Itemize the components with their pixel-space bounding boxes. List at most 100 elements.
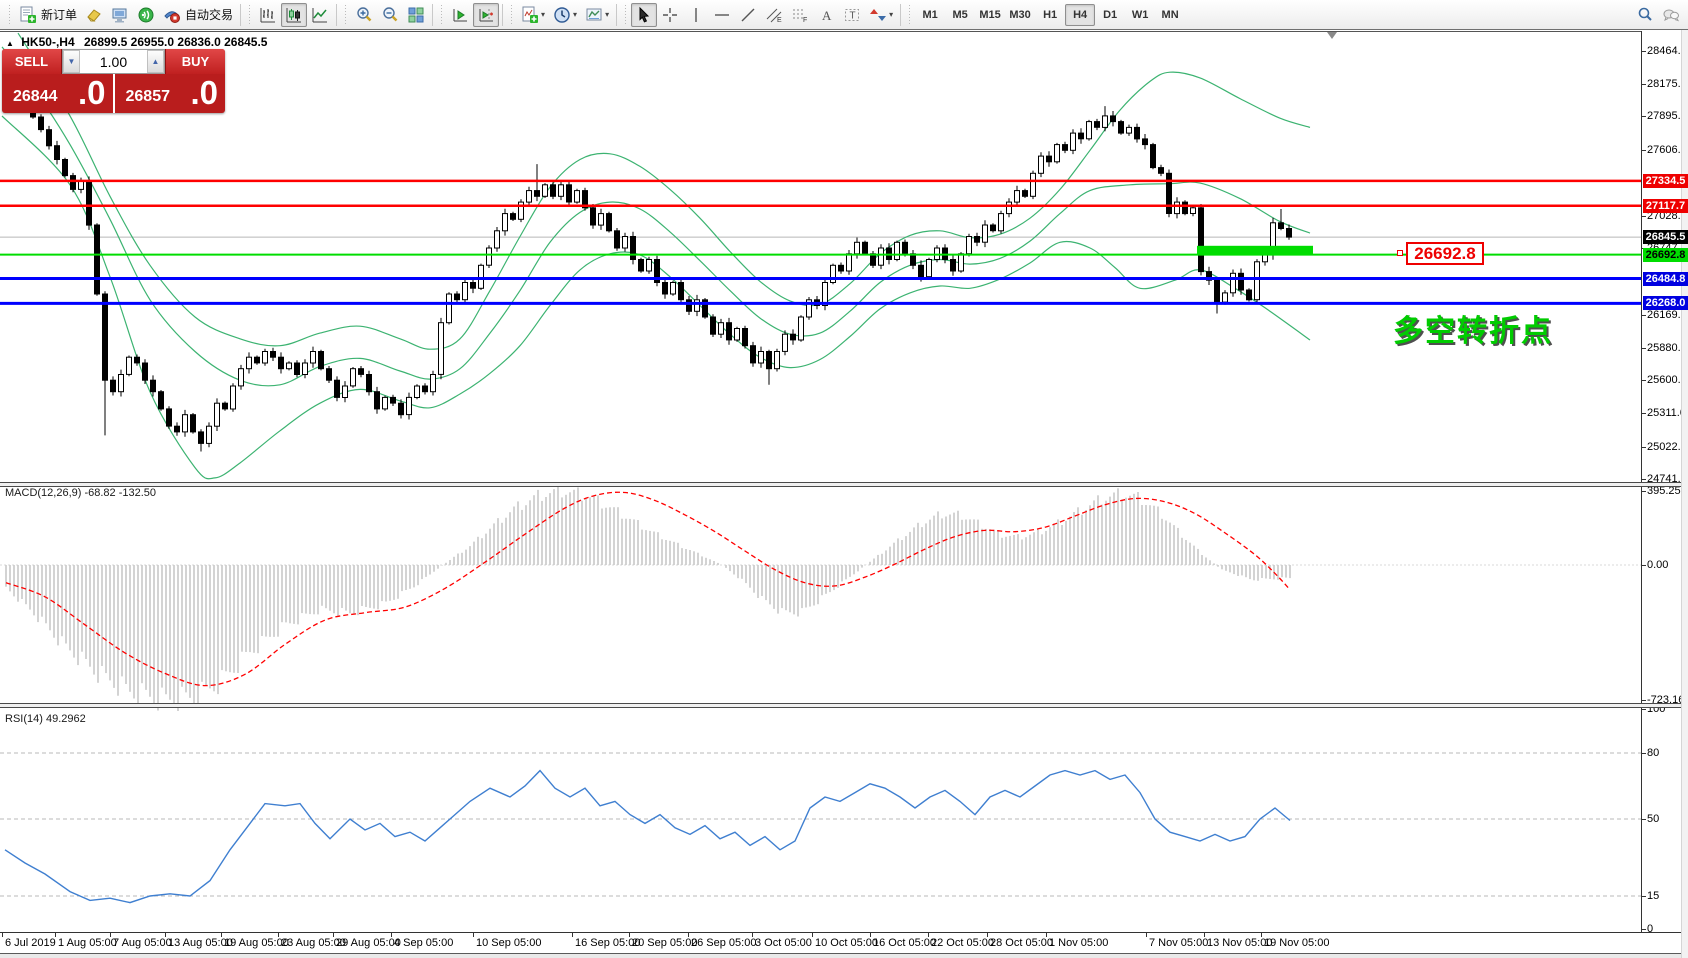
- time-tick: [473, 933, 474, 937]
- price-flag-label[interactable]: 26692.8: [1406, 242, 1484, 265]
- volume-decrease-button[interactable]: ▼: [63, 50, 80, 73]
- axis-tick: [1641, 753, 1646, 754]
- auto-trading-button[interactable]: 自动交易: [159, 3, 237, 27]
- timeframe-m5-button[interactable]: M5: [945, 4, 975, 26]
- chevron-down-icon[interactable]: ▾: [889, 10, 893, 19]
- text-button[interactable]: A: [813, 3, 839, 27]
- timeframe-mn-button[interactable]: MN: [1155, 4, 1185, 26]
- tile-windows-button[interactable]: [403, 3, 429, 27]
- line-chart-button[interactable]: [307, 3, 333, 27]
- symbol-title: HK50-,H4: [21, 35, 75, 49]
- autotrade-icon: [163, 6, 181, 24]
- sell-price-main: 26844: [13, 88, 58, 105]
- timeframe-m1-button[interactable]: M1: [915, 4, 945, 26]
- candlestick-chart-button[interactable]: [281, 2, 308, 27]
- toolbar-drag-handle[interactable]: [509, 4, 515, 25]
- timeframe-h4-button[interactable]: H4: [1065, 3, 1096, 26]
- toolbar-drag-handle[interactable]: [907, 4, 913, 25]
- equidistant-channel-button[interactable]: E: [761, 3, 787, 27]
- fibonacci-button[interactable]: F: [787, 3, 813, 27]
- volume-input[interactable]: 1.00: [80, 50, 147, 73]
- chart-canvas[interactable]: [0, 30, 1688, 958]
- crosshair-button[interactable]: [657, 3, 683, 27]
- chart-area[interactable]: ▲ HK50-,H4 26899.5 26955.0 26836.0 26845…: [0, 30, 1688, 958]
- sell-price[interactable]: 26844 .0: [2, 74, 115, 113]
- text-label-button[interactable]: T: [839, 3, 865, 27]
- terminal-icon: [111, 6, 129, 24]
- toolbar-drag-handle[interactable]: [343, 4, 349, 25]
- rsi-line: [4, 769, 1291, 904]
- line-icon: [311, 6, 329, 24]
- time-tick: [55, 933, 56, 937]
- zoom-out-button[interactable]: [377, 3, 403, 27]
- collapse-arrow-icon[interactable]: ▲: [6, 39, 14, 48]
- svg-text:T: T: [850, 10, 856, 21]
- buy-button[interactable]: BUY: [165, 49, 225, 74]
- chevron-down-icon[interactable]: ▾: [605, 10, 609, 19]
- timeframe-w1-button[interactable]: W1: [1125, 4, 1155, 26]
- vertical-line-button[interactable]: [683, 3, 709, 27]
- signals-button[interactable]: [133, 3, 159, 27]
- axis-tick: [1641, 380, 1646, 382]
- chart-shift-button[interactable]: [473, 2, 500, 27]
- main-macd-separator[interactable]: [0, 482, 1688, 487]
- thick-green-segment[interactable]: [1197, 245, 1313, 255]
- chevron-down-icon[interactable]: ▾: [541, 10, 545, 19]
- auto-scroll-button[interactable]: [447, 3, 473, 27]
- sell-button[interactable]: SELL: [2, 49, 62, 74]
- time-tick: [688, 933, 689, 937]
- toolbar-drag-handle[interactable]: [623, 4, 629, 25]
- bollinger-lower-band[interactable]: [1, 115, 1311, 480]
- search-button[interactable]: [1632, 3, 1658, 27]
- time-tick: [110, 933, 111, 937]
- trendline-button[interactable]: [735, 3, 761, 27]
- chinese-annotation[interactable]: 多空转折点: [1393, 306, 1553, 350]
- templates-button[interactable]: ▾: [581, 3, 613, 27]
- macd-panel[interactable]: [0, 485, 1641, 711]
- time-axis[interactable]: 6 Jul 2019 1 Aug 05:00 7 Aug 05:00 13 Aug 0…: [0, 932, 1688, 953]
- time-label: 22 Oct 05:00: [931, 937, 994, 949]
- toolbar-drag-handle[interactable]: [439, 4, 445, 25]
- timeframe-m30-button[interactable]: M30: [1005, 4, 1035, 26]
- timeframe-m15-button[interactable]: M15: [975, 4, 1005, 26]
- eraser-button[interactable]: [81, 3, 107, 27]
- symbol-ohlc: 26899.5 26955.0 26836.0 26845.5: [83, 35, 268, 49]
- sell-price-decimal: .0: [78, 74, 106, 111]
- rsi-panel[interactable]: [0, 752, 1641, 904]
- axis-tick: [1641, 478, 1646, 480]
- time-label: 7 Aug 05:00: [113, 937, 172, 949]
- main-price-panel[interactable]: [0, 32, 1641, 480]
- time-tick: [752, 933, 753, 937]
- community-chat-button[interactable]: [1658, 3, 1684, 27]
- volume-box: ▼ 1.00 ▲: [62, 49, 165, 74]
- horizontal-line-button[interactable]: [709, 3, 735, 27]
- time-tick: [1204, 933, 1205, 937]
- terminal-button[interactable]: [107, 3, 133, 27]
- chat-icon: [1662, 6, 1680, 24]
- price-badge-27334.5: 27334.5: [1643, 173, 1688, 188]
- toolbar-drag-handle[interactable]: [247, 4, 253, 25]
- price-flag-anchor[interactable]: [1397, 250, 1403, 256]
- chevron-down-icon[interactable]: ▾: [573, 10, 577, 19]
- buy-price[interactable]: 26857 .0: [115, 74, 226, 113]
- periods-button[interactable]: ▾: [549, 3, 581, 27]
- time-label: 4 Sep 05:00: [394, 937, 454, 949]
- time-label: 7 Nov 05:00: [1149, 937, 1209, 949]
- chart-shift-marker-icon[interactable]: [1327, 32, 1337, 39]
- periods-icon: [553, 6, 571, 24]
- new-order-button[interactable]: 新订单: [15, 3, 81, 27]
- macd-tick-label: 0.00: [1647, 559, 1669, 571]
- cursor-button[interactable]: [631, 2, 658, 27]
- bar-chart-button[interactable]: [255, 3, 281, 27]
- time-label: 20 Sep 05:00: [632, 937, 698, 949]
- timeframe-d1-button[interactable]: D1: [1095, 4, 1125, 26]
- macd-rsi-separator[interactable]: [0, 703, 1688, 708]
- arrows-button[interactable]: ▾: [865, 3, 897, 27]
- hline-icon: [713, 6, 731, 24]
- timeframe-h1-button[interactable]: H1: [1035, 4, 1065, 26]
- vertical-scrollbar[interactable]: [1681, 30, 1688, 958]
- volume-increase-button[interactable]: ▲: [147, 50, 164, 73]
- zoom-in-button[interactable]: [351, 3, 377, 27]
- indicators-button[interactable]: ▾: [517, 3, 549, 27]
- toolbar-drag-handle[interactable]: [7, 4, 12, 25]
